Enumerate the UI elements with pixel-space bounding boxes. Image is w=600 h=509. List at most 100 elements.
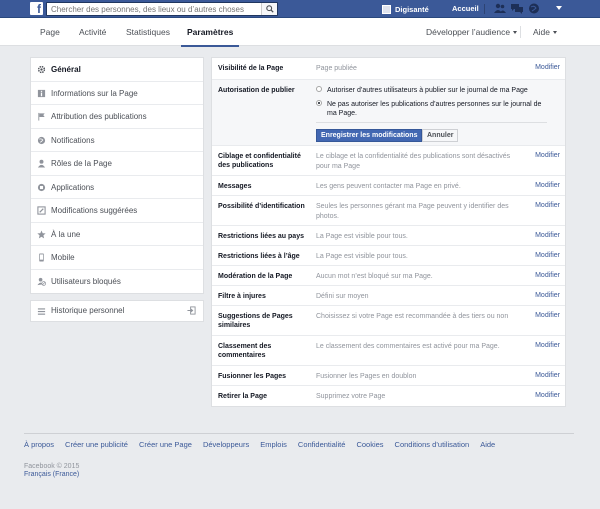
setting-row-profanity-filter[interactable]: Filtre à injures Défini sur moyen Modifi…: [212, 286, 565, 306]
sidebar-item-label: Notifications: [51, 135, 95, 145]
sidebar-item-applications[interactable]: Applications: [31, 176, 203, 199]
edit-link[interactable]: Modifier: [535, 64, 560, 71]
search-icon: [266, 5, 274, 13]
footer-link-terms[interactable]: Conditions d’utilisation: [395, 440, 470, 449]
setting-value: Aucun mot n’est bloqué sur ma Page.: [316, 273, 433, 280]
setting-row-messages[interactable]: Messages Les gens peuvent contacter ma P…: [212, 176, 565, 196]
footer-link-privacy[interactable]: Confidentialité: [298, 440, 346, 449]
edit-link[interactable]: Modifier: [535, 232, 560, 239]
edit-link[interactable]: Modifier: [535, 292, 560, 299]
tab-activity[interactable]: Activité: [79, 18, 106, 46]
setting-row-page-visibility[interactable]: Visibilité de la Page Page publiée Modif…: [212, 58, 565, 80]
setting-row-comment-ranking[interactable]: Classement des commentaires Le classemen…: [212, 336, 565, 366]
person-icon: [37, 159, 46, 168]
external-arrow-icon: [187, 306, 196, 315]
sidebar-item-notifications[interactable]: Notifications: [31, 129, 203, 152]
setting-value: Page publiée: [316, 65, 357, 72]
sidebar-item-page-roles[interactable]: Rôles de la Page: [31, 152, 203, 176]
gear-icon: [37, 65, 46, 74]
sidebar-item-label: Utilisateurs bloqués: [51, 276, 121, 286]
settings-sidebar: Général Informations sur la Page Attribu…: [30, 57, 204, 294]
setting-value: La Page est visible pour tous.: [316, 253, 408, 260]
flag-icon: [38, 112, 45, 121]
tab-statistics[interactable]: Statistiques: [126, 18, 170, 46]
blocked-icon: [37, 277, 46, 286]
search-button[interactable]: [261, 3, 277, 15]
tab-page[interactable]: Page: [40, 18, 60, 46]
notifications-icon[interactable]: [528, 3, 540, 14]
save-button[interactable]: Enregistrer les modifications: [316, 129, 423, 142]
radio-button[interactable]: [316, 86, 322, 92]
edit-link[interactable]: Modifier: [535, 202, 560, 209]
footer-link-developers[interactable]: Développeurs: [203, 440, 249, 449]
sidebar-item-label: Rôles de la Page: [51, 159, 112, 168]
promote-dropdown[interactable]: Développer l’audience: [426, 18, 518, 46]
globe-icon: [37, 136, 46, 144]
edit-link[interactable]: Modifier: [535, 272, 560, 279]
help-dropdown[interactable]: Aide: [533, 18, 558, 46]
sidebar-item-general[interactable]: Général: [31, 58, 203, 82]
setting-row-age-restrictions[interactable]: Restrictions liées à l’âge La Page est v…: [212, 246, 565, 266]
friends-icon[interactable]: [494, 3, 506, 14]
edit-link[interactable]: Modifier: [535, 252, 560, 259]
setting-row-merge-pages[interactable]: Fusionner les Pages Fusionner les Pages …: [212, 366, 565, 386]
radio-disallow-posts[interactable]: Ne pas autoriser les publications d’autr…: [316, 100, 552, 118]
sidebar-item-activity-log[interactable]: Historique personnel: [31, 301, 203, 321]
edit-link[interactable]: Modifier: [535, 312, 560, 319]
profile-link[interactable]: Digisanté: [382, 3, 429, 15]
radio-label: Autoriser d’autres utilisateurs à publie…: [327, 87, 528, 94]
sidebar-item-page-info[interactable]: Informations sur la Page: [31, 82, 203, 105]
sidebar-item-label: Modifications suggérées: [51, 206, 138, 215]
search-box: [46, 2, 278, 16]
sidebar-item-label: Général: [51, 65, 81, 74]
account-menu-caret-icon[interactable]: [556, 6, 562, 10]
setting-label: Restrictions liées au pays: [218, 233, 304, 240]
tab-settings[interactable]: Paramètres: [180, 18, 240, 47]
sidebar-item-mobile[interactable]: Mobile: [31, 246, 203, 270]
footer-link-about[interactable]: À propos: [24, 440, 54, 449]
setting-value: Les gens peuvent contacter ma Page en pr…: [316, 183, 461, 190]
chevron-down-icon: [513, 31, 518, 35]
cancel-button[interactable]: Annuler: [422, 129, 459, 142]
footer-link-help[interactable]: Aide: [480, 440, 495, 449]
setting-row-targeting-privacy[interactable]: Ciblage et confidentialité des publicati…: [212, 146, 565, 176]
setting-row-page-moderation[interactable]: Modération de la Page Aucun mot n’est bl…: [212, 266, 565, 286]
setting-label: Filtre à injures: [218, 293, 266, 300]
setting-value: Fusionner les Pages en doublon: [316, 373, 417, 380]
messages-icon[interactable]: [511, 3, 523, 14]
edit-link[interactable]: Modifier: [535, 152, 560, 159]
setting-row-tagging-ability[interactable]: Possibilité d’identification Seules les …: [212, 196, 565, 226]
radio-allow-posts[interactable]: Autoriser d’autres utilisateurs à publie…: [316, 86, 552, 95]
search-input[interactable]: [47, 3, 257, 15]
facebook-logo-icon[interactable]: f: [30, 2, 43, 15]
edit-icon: [37, 206, 46, 215]
footer-link-create-page[interactable]: Créer une Page: [139, 440, 192, 449]
setting-row-posting-permission: Autorisation de publier Autoriser d’autr…: [212, 80, 565, 146]
footer-link-create-ad[interactable]: Créer une publicité: [65, 440, 128, 449]
sidebar-item-post-attribution[interactable]: Attribution des publications: [31, 105, 203, 129]
divider: [520, 26, 521, 38]
radio-button[interactable]: [316, 100, 322, 106]
setting-value: Seules les personnes gérant ma Page peuv…: [316, 203, 509, 220]
setting-row-country-restrictions[interactable]: Restrictions liées au pays La Page est v…: [212, 226, 565, 246]
edit-link[interactable]: Modifier: [535, 182, 560, 189]
sidebar-item-blocked-users[interactable]: Utilisateurs bloqués: [31, 270, 203, 294]
sidebar-item-label: Mobile: [51, 253, 75, 262]
sidebar-item-featured[interactable]: À la une: [31, 223, 203, 246]
setting-row-similar-page-suggestions[interactable]: Suggestions de Pages similaires Choisiss…: [212, 306, 565, 336]
help-label: Aide: [533, 27, 551, 37]
copyright: Facebook © 2015: [24, 463, 80, 470]
sidebar-item-suggested-edits[interactable]: Modifications suggérées: [31, 199, 203, 223]
edit-link[interactable]: Modifier: [535, 342, 560, 349]
setting-value: Le ciblage et la confidentialité des pub…: [316, 153, 511, 170]
setting-label: Messages: [218, 183, 252, 190]
edit-link[interactable]: Modifier: [535, 372, 560, 379]
edit-link[interactable]: Modifier: [535, 392, 560, 399]
home-link[interactable]: Accueil: [452, 3, 479, 15]
footer-link-careers[interactable]: Emplois: [260, 440, 287, 449]
setting-row-remove-page[interactable]: Retirer la Page Supprimez votre Page Mod…: [212, 386, 565, 406]
sidebar-item-label: À la une: [51, 229, 81, 239]
language-selector[interactable]: Français (France): [24, 471, 79, 478]
activity-log-box: Historique personnel: [30, 300, 204, 322]
footer-link-cookies[interactable]: Cookies: [356, 440, 383, 449]
